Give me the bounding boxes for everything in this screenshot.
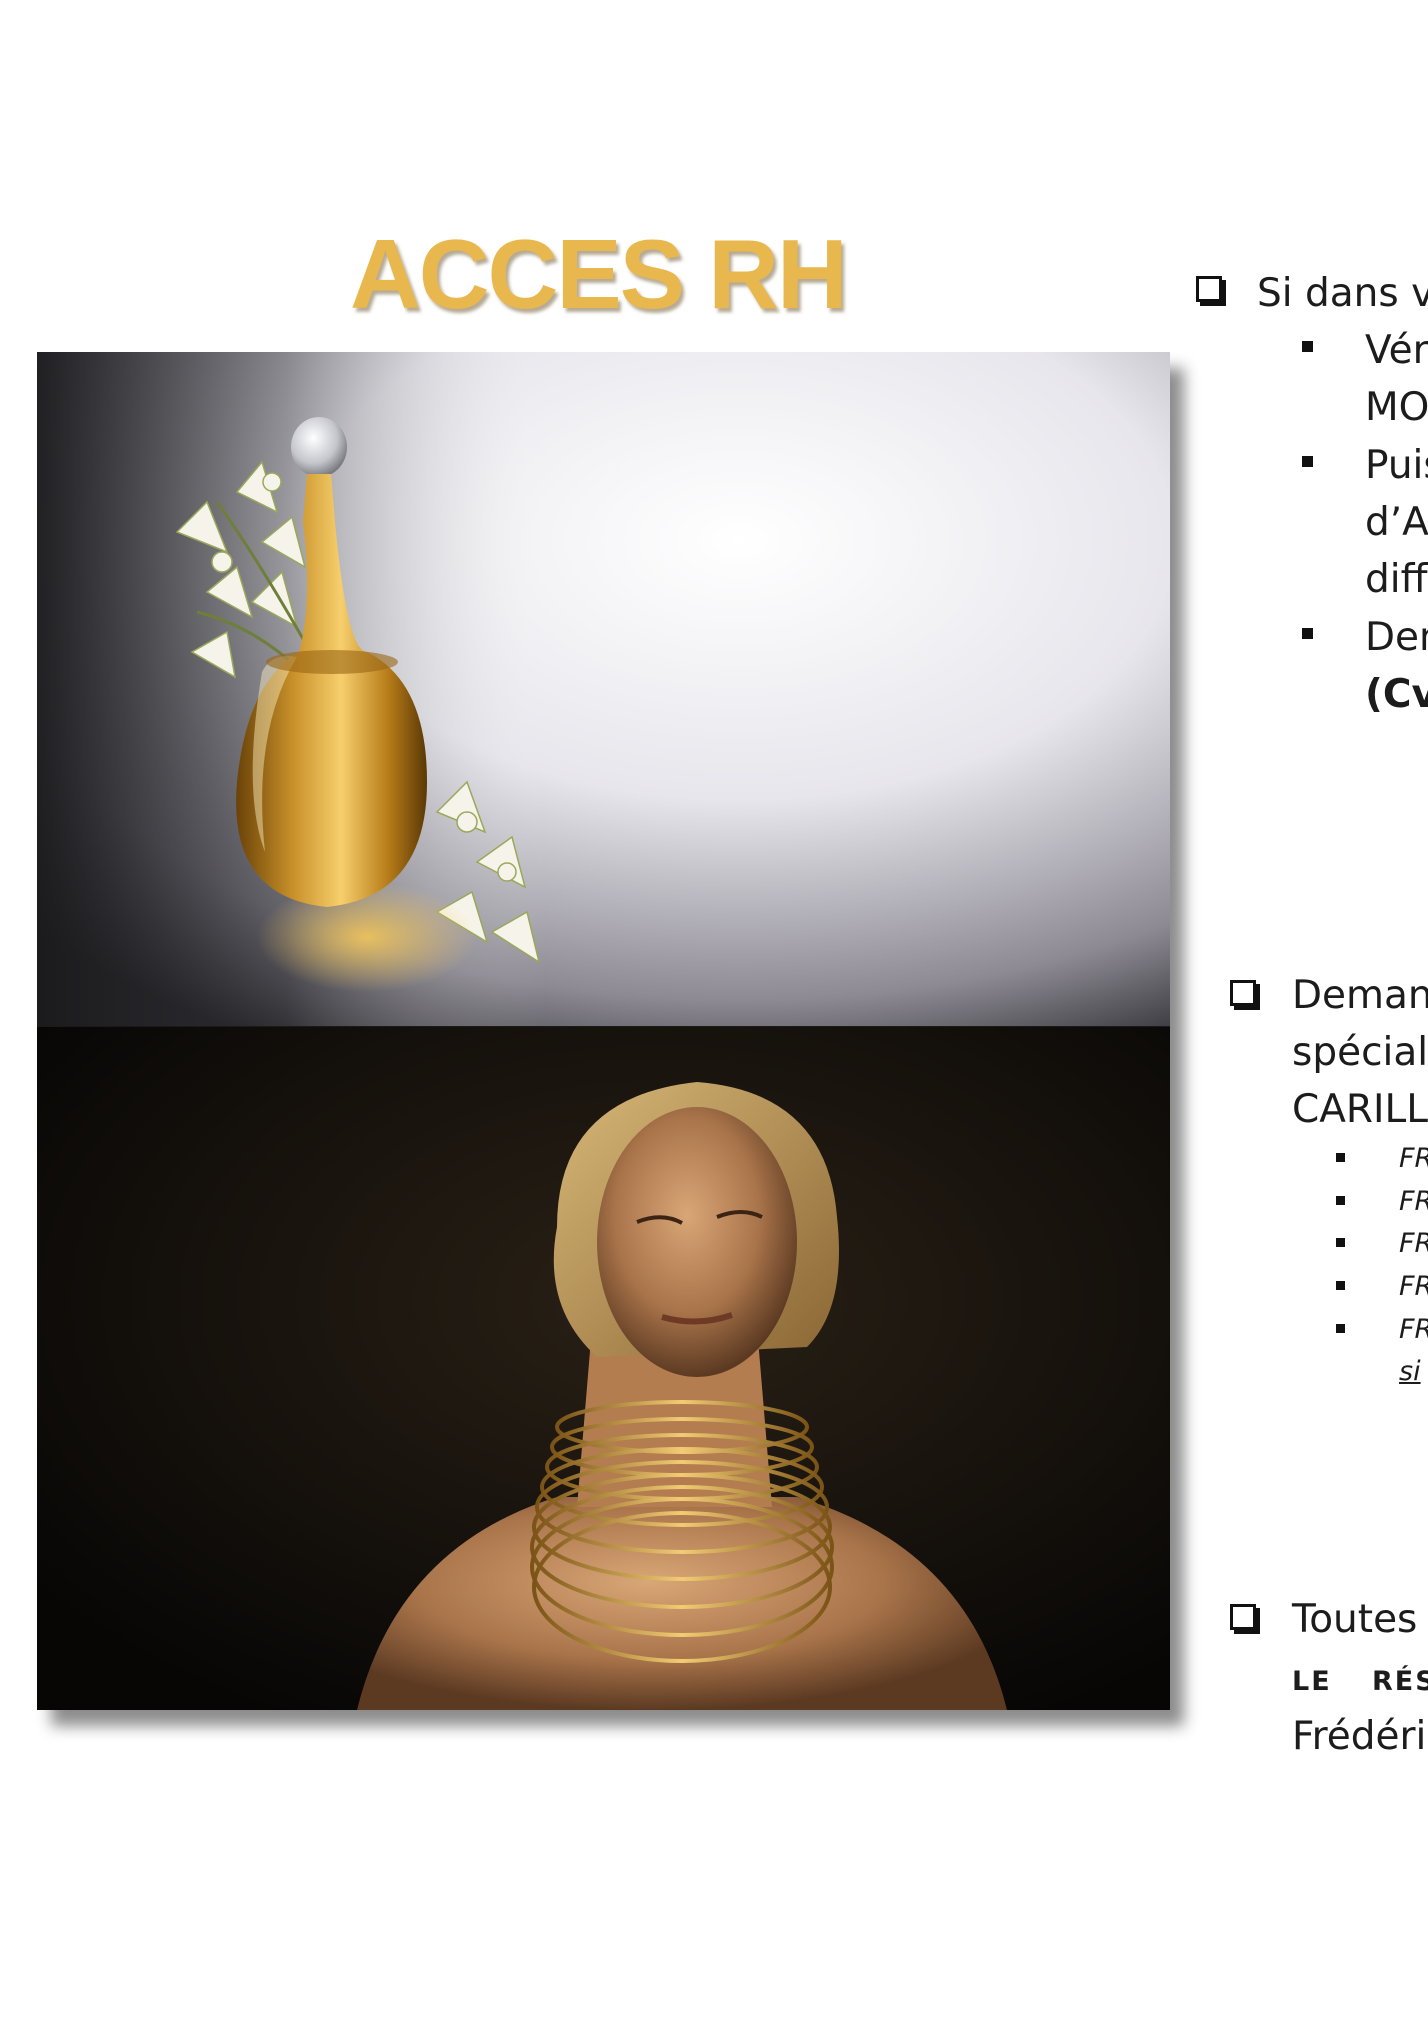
checkbox-icon	[1196, 276, 1222, 302]
section1-bullet3-line1: Den	[1365, 615, 1428, 660]
bullet-icon	[1336, 1153, 1345, 1162]
section3-last: Frédéri	[1292, 1714, 1427, 1759]
section2-line1: Deman	[1292, 973, 1428, 1018]
section1-bullet1-line1: Vér	[1365, 328, 1428, 373]
section2-sub-bullet-5: FR	[1399, 1314, 1428, 1345]
section2-sub-bullet-3: FR	[1399, 1228, 1428, 1259]
bullet-icon	[1336, 1238, 1345, 1247]
section3-caps-1: LE	[1292, 1666, 1332, 1697]
bullet-icon	[1336, 1281, 1345, 1290]
perfume-bottle-photo	[37, 352, 1170, 1027]
bullet-icon	[1336, 1324, 1345, 1333]
section1-bullet2-line2: d’Al	[1365, 500, 1428, 545]
checkbox-icon	[1230, 1604, 1256, 1630]
bullet-icon	[1336, 1196, 1345, 1205]
section1-bullet2-line3: diff	[1365, 557, 1428, 602]
checkbox-icon	[1230, 980, 1256, 1006]
section1-bullet1-line2: MO	[1365, 385, 1428, 430]
section2-sub-continuation: si	[1399, 1356, 1421, 1387]
section2-sub-bullet-2: FR	[1399, 1186, 1428, 1217]
section1-lead: Si dans vo	[1257, 271, 1428, 316]
photo-collage	[37, 352, 1170, 1710]
section2-line2: spéciale	[1292, 1030, 1428, 1075]
gold-necklace-portrait-photo	[37, 1027, 1170, 1710]
section2-line3: CARILLO	[1292, 1087, 1428, 1132]
bullet-icon	[1302, 628, 1313, 639]
bullet-icon	[1302, 456, 1313, 467]
page-title: ACCES RH	[350, 219, 848, 329]
section2-sub-bullet-1: FR	[1399, 1143, 1428, 1174]
section3-lead: Toutes	[1292, 1597, 1418, 1642]
section1-bullet3-line2: (Cv	[1365, 672, 1428, 717]
section2-sub-bullet-4: FR	[1399, 1271, 1428, 1302]
section3-caps-2: RÉS	[1372, 1666, 1428, 1697]
bullet-icon	[1302, 341, 1313, 352]
section1-bullet2-line1: Puis	[1365, 443, 1428, 488]
